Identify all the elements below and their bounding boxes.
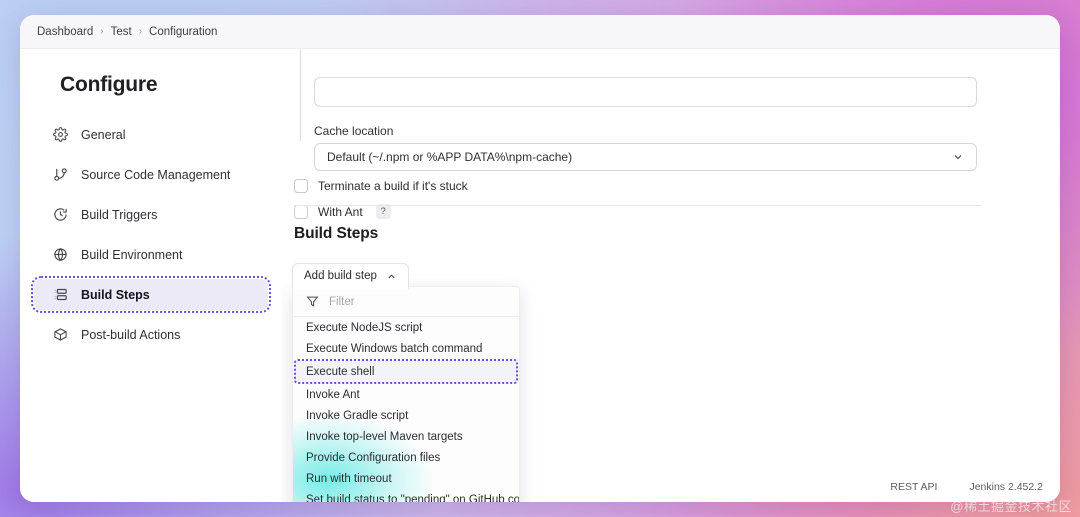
sidebar-item-label: General <box>81 127 126 142</box>
scrolled-text-input[interactable] <box>314 77 977 107</box>
chevron-down-icon <box>952 151 964 163</box>
sidebar-item-label: Source Code Management <box>81 167 231 182</box>
menu-item-run-with-timeout[interactable]: Run with timeout <box>293 468 519 489</box>
with-ant-row[interactable]: With Ant ? <box>294 204 391 219</box>
sidebar-item-build-environment[interactable]: Build Environment <box>34 239 268 270</box>
jenkins-version: Jenkins 2.452.2 <box>969 481 1043 493</box>
watermark: @稀土掘金技术社区 <box>950 499 1072 514</box>
sidebar-item-label: Build Triggers <box>81 207 158 222</box>
section-separator <box>294 205 982 206</box>
sidebar-item-general[interactable]: General <box>34 119 268 150</box>
dropdown-filter-row <box>293 287 519 317</box>
add-build-step-button[interactable]: Add build step <box>292 263 409 289</box>
menu-item-execute-windows-batch-command[interactable]: Execute Windows batch command <box>293 338 519 359</box>
breadcrumb-item-test[interactable]: Test <box>111 26 132 38</box>
menu-item-execute-nodejs-script[interactable]: Execute NodeJS script <box>293 317 519 338</box>
rest-api-link[interactable]: REST API <box>890 481 937 493</box>
page-title: Configure <box>60 73 158 96</box>
filter-icon <box>306 295 319 308</box>
terminate-build-row[interactable]: Terminate a build if it's stuck <box>294 179 468 193</box>
terminate-build-label: Terminate a build if it's stuck <box>318 179 468 193</box>
menu-item-invoke-ant[interactable]: Invoke Ant <box>293 384 519 405</box>
breadcrumb-separator: › <box>100 26 104 37</box>
breadcrumb-separator: › <box>138 26 143 37</box>
package-icon <box>53 327 68 342</box>
globe-icon <box>53 247 68 262</box>
git-branch-icon <box>53 167 68 182</box>
section-divider <box>300 49 301 141</box>
menu-item-execute-shell[interactable]: Execute shell <box>294 359 518 384</box>
sidebar-item-label: Post-build Actions <box>81 327 181 342</box>
page-footer: REST API Jenkins 2.452.2 <box>890 481 1043 493</box>
list-icon <box>53 287 68 302</box>
filter-input[interactable] <box>329 295 499 308</box>
sidebar-item-build-steps[interactable]: Build Steps <box>31 276 271 313</box>
terminate-build-checkbox[interactable] <box>294 179 308 193</box>
cache-location-value: Default (~/.npm or %APP DATA%\npm-cache) <box>327 150 573 164</box>
configure-main-content: Cache location Default (~/.npm or %APP D… <box>282 49 1060 502</box>
gear-icon <box>53 127 68 142</box>
sidebar-item-label: Build Environment <box>81 247 183 262</box>
configure-sidebar: Configure General Source Code Management… <box>20 49 282 502</box>
menu-item-invoke-top-level-maven-targets[interactable]: Invoke top-level Maven targets <box>293 426 519 447</box>
add-build-step-label: Add build step <box>304 270 377 282</box>
with-ant-checkbox[interactable] <box>294 204 308 219</box>
sidebar-item-post-build-actions[interactable]: Post-build Actions <box>34 319 268 350</box>
clock-icon <box>53 207 68 222</box>
with-ant-label: With Ant <box>318 204 363 219</box>
breadcrumb: Dashboard › Test › Configuration <box>20 15 1060 49</box>
jenkins-configure-card: Dashboard › Test › Configuration Configu… <box>20 15 1060 502</box>
breadcrumb-item-configuration[interactable]: Configuration <box>149 26 217 38</box>
build-steps-heading: Build Steps <box>294 225 379 242</box>
chevron-up-icon <box>386 271 397 282</box>
menu-item-invoke-gradle-script[interactable]: Invoke Gradle script <box>293 405 519 426</box>
breadcrumb-item-dashboard[interactable]: Dashboard <box>37 26 93 38</box>
cache-location-select[interactable]: Default (~/.npm or %APP DATA%\npm-cache) <box>314 143 977 171</box>
menu-item-set-build-status-github[interactable]: Set build status to "pending" on GitHub … <box>293 489 519 503</box>
build-step-dropdown-menu: Execute NodeJS script Execute Windows ba… <box>292 286 520 502</box>
help-icon[interactable]: ? <box>375 204 391 219</box>
menu-item-provide-configuration-files[interactable]: Provide Configuration files <box>293 447 519 468</box>
cache-location-label: Cache location <box>314 124 394 138</box>
sidebar-item-build-triggers[interactable]: Build Triggers <box>34 199 268 230</box>
sidebar-item-source-code-management[interactable]: Source Code Management <box>34 159 268 190</box>
sidebar-item-label: Build Steps <box>81 287 150 302</box>
